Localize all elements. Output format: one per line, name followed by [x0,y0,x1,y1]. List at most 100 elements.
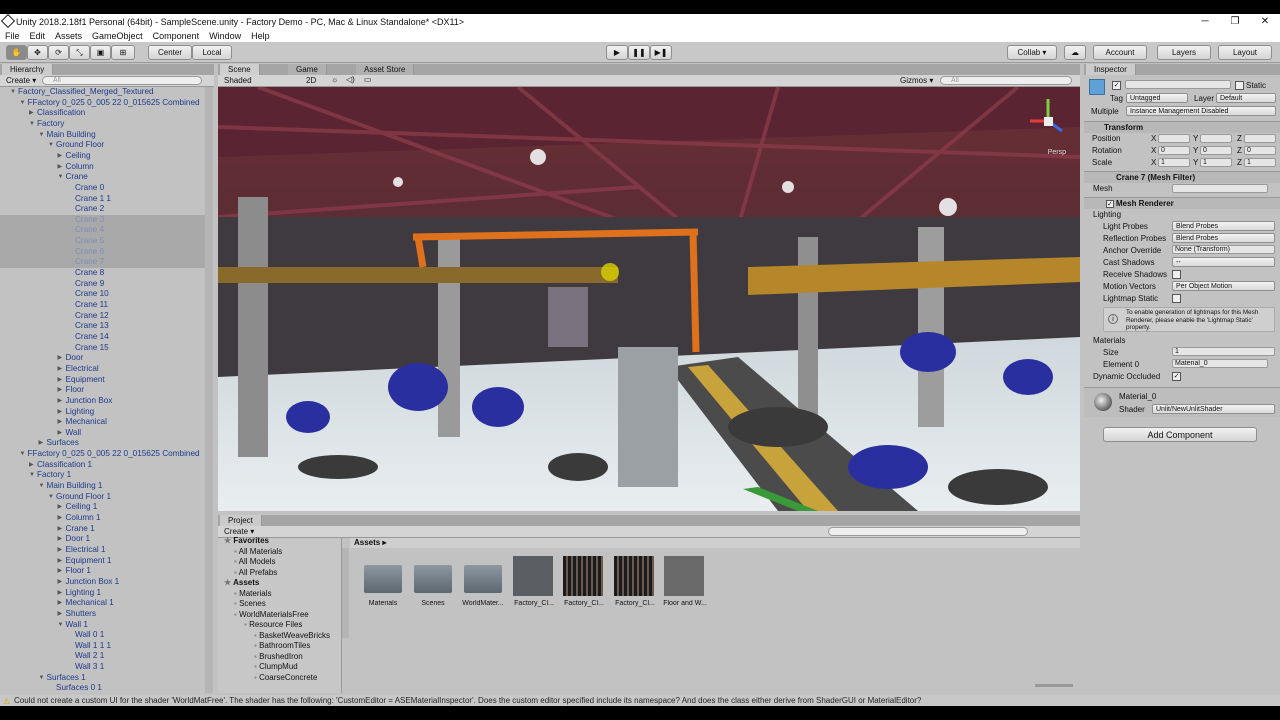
menu-file[interactable]: File [0,31,25,41]
hierarchy-row[interactable]: Lighting 1 [58,588,101,599]
hierarchy-row[interactable]: Crane [57,172,87,183]
project-tree-section[interactable]: ★ Favorites [224,536,269,545]
pos-x-field[interactable] [1158,134,1190,143]
hierarchy-row[interactable]: Column [57,162,93,173]
project-tree-item[interactable]: ▪ BathroomTiles [254,641,310,650]
hierarchy-row[interactable]: Crane 1 1 [75,194,111,205]
hierarchy-row[interactable]: Wall 2 1 [75,651,104,662]
static-checkbox[interactable] [1235,81,1244,90]
hierarchy-row[interactable]: Crane 10 [75,289,109,300]
menu-window[interactable]: Window [204,31,246,41]
cloud-icon[interactable]: ☁ [1064,45,1086,60]
scene-orientation-gizmo[interactable] [1026,93,1072,147]
hierarchy-search-input[interactable]: All [42,76,202,85]
hierarchy-row[interactable]: Crane 4 [75,225,104,236]
hierarchy-row[interactable]: Crane 0 [75,183,104,194]
hierarchy-row[interactable]: Crane 12 [75,311,109,322]
mesh-renderer-checkbox[interactable]: ✓ [1106,200,1114,208]
hierarchy-row[interactable]: Shutters [58,609,96,620]
rotate-tool-icon[interactable]: ⟳ [48,45,69,60]
hierarchy-row[interactable]: Mechanical 1 [57,598,113,609]
hand-tool-icon[interactable]: ✋ [6,45,27,60]
pivot-center-button[interactable]: Center [148,45,192,60]
folder-icon[interactable] [464,565,502,593]
project-create-button[interactable]: Create ▾ [224,527,254,536]
menu-edit[interactable]: Edit [25,31,51,41]
hierarchy-row[interactable]: Main Building [38,130,95,141]
hierarchy-row[interactable]: Door 1 [58,534,90,545]
hierarchy-row[interactable]: Lighting [58,407,95,418]
move-tool-icon[interactable]: ✥ [27,45,48,60]
reflection-probes-dropdown[interactable]: Blend Probes [1172,233,1275,243]
hierarchy-row[interactable]: Electrical 1 [57,545,105,556]
hierarchy-row[interactable]: Floor 1 [57,566,91,577]
scene-search-input[interactable]: All [940,76,1072,85]
hierarchy-row[interactable]: Electrical [57,364,98,375]
hierarchy-row[interactable]: Factory_Classified_Merged_Textured [10,87,154,98]
hierarchy-row[interactable]: Crane 14 [75,332,109,343]
hierarchy-row[interactable]: FFactory 0_025 0_005 22 0_015625 Combine… [19,449,199,460]
hierarchy-row[interactable]: Ceiling 1 [58,502,98,513]
hierarchy-row[interactable]: Crane 9 [75,279,104,290]
model-thumbnail[interactable] [513,556,553,596]
layers-dropdown[interactable]: Layers [1157,45,1211,60]
transform-tool-icon[interactable]: ⊞ [111,45,135,60]
menu-assets[interactable]: Assets [50,31,87,41]
hierarchy-row[interactable]: Crane 1 [57,524,94,535]
texture-thumbnail[interactable] [664,556,704,596]
dynamic-occluded-checkbox[interactable]: ✓ [1172,372,1181,381]
hierarchy-row[interactable]: Classification 1 [29,460,92,471]
pos-z-field[interactable] [1244,134,1276,143]
hierarchy-row[interactable]: Equipment 1 [58,556,112,567]
hierarchy-row[interactable]: Crane 11 [75,300,108,311]
hierarchy-row[interactable]: Floor [58,385,85,396]
hierarchy-row[interactable]: FFactory 0_025 0_005 22 0_015625 Combine… [19,98,199,109]
project-tree-item[interactable]: ▪ All Prefabs [234,568,277,577]
motion-vectors-dropdown[interactable]: Per Object Motion [1172,281,1275,291]
hierarchy-row[interactable]: Classification [29,108,85,119]
pos-y-field[interactable] [1200,134,1232,143]
scale-y-field[interactable]: 1 [1200,158,1232,167]
hierarchy-row[interactable]: Surfaces 0 1 [56,683,102,693]
hierarchy-row[interactable]: Main Building 1 [39,481,103,492]
hierarchy-row[interactable]: Mechanical [57,417,107,428]
light-probes-dropdown[interactable]: Blend Probes [1172,221,1275,231]
menu-help[interactable]: Help [246,31,275,41]
hierarchy-row[interactable]: Factory 1 [29,470,71,481]
minimize-icon[interactable]: ─ [1190,14,1220,29]
toggle-2d-button[interactable]: 2D [306,76,316,85]
play-button[interactable]: ▶ [606,45,628,60]
maximize-icon[interactable]: ❐ [1220,14,1250,29]
add-component-button[interactable]: Add Component [1103,427,1257,442]
project-search-input[interactable] [828,527,1028,536]
mesh-field[interactable] [1172,184,1268,193]
hierarchy-row[interactable]: Wall [58,428,81,439]
rot-x-field[interactable]: 0 [1158,146,1190,155]
model-thumbnail[interactable] [563,556,603,596]
collab-button[interactable]: Collab ▾ [1007,45,1057,60]
project-tree-item[interactable]: ▪ WorldMaterialsFree [234,610,309,619]
transform-section[interactable]: Transform [1084,121,1280,133]
hierarchy-row[interactable]: Crane 2 [75,204,104,215]
hierarchy-row[interactable]: Crane 6 [75,247,104,258]
project-tree-section[interactable]: ★ Assets [224,578,259,587]
hierarchy-scrollbar[interactable] [205,87,213,693]
rect-tool-icon[interactable]: ▣ [90,45,111,60]
project-tree-item[interactable]: ▪ BrushedIron [254,652,303,661]
close-icon[interactable]: ✕ [1250,14,1280,29]
hierarchy-row[interactable]: Ground Floor 1 [48,492,111,503]
account-dropdown[interactable]: Account [1093,45,1147,60]
hierarchy-row[interactable]: Wall 3 1 [75,662,104,673]
hierarchy-row[interactable]: Ground Floor [48,140,104,151]
gizmos-dropdown[interactable]: Gizmos ▾ [900,76,933,85]
hierarchy-row[interactable]: Junction Box [58,396,113,407]
material-section[interactable]: Material_0 Shader Unlit/NewUnlitShader [1084,387,1280,417]
size-field[interactable]: 1 [1172,347,1275,356]
pivot-local-button[interactable]: Local [192,45,232,60]
scale-x-field[interactable]: 1 [1158,158,1190,167]
name-field[interactable] [1125,80,1231,89]
tag-dropdown[interactable]: Untagged [1126,93,1188,103]
project-tree-item[interactable]: ▪ All Materials [234,547,282,556]
hierarchy-row[interactable]: Equipment [57,375,104,386]
project-tree-item[interactable]: ▪ ClumpMud [254,662,298,671]
